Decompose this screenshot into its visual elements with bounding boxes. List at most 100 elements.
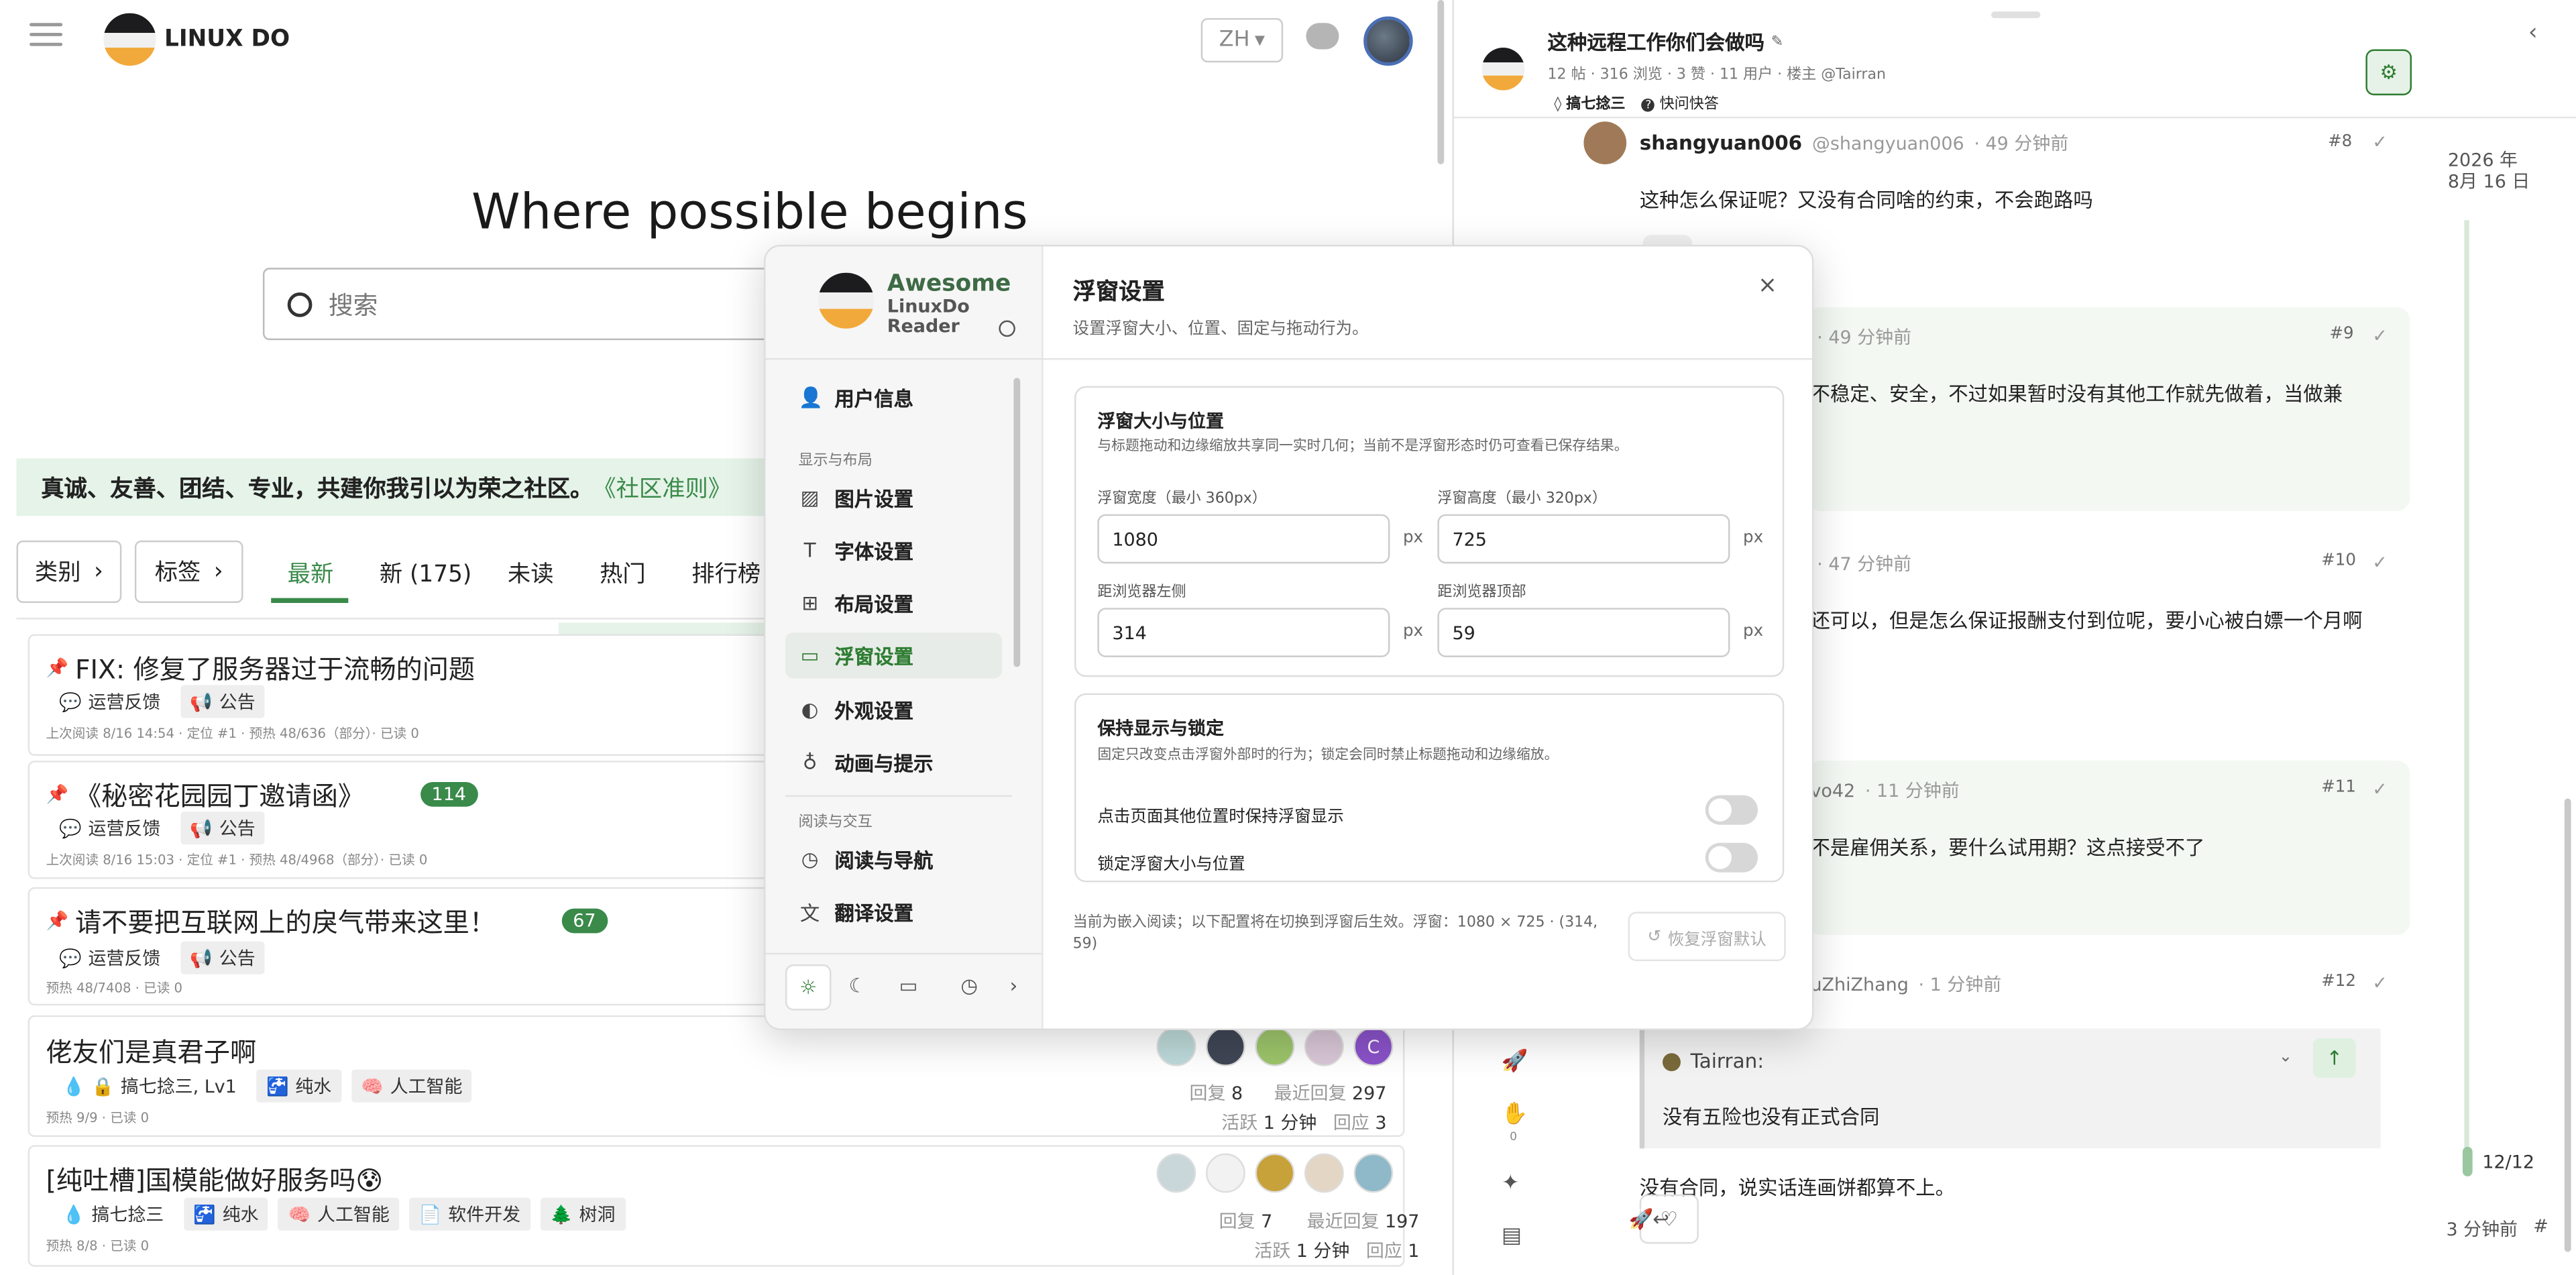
schedule-theme-icon[interactable]: ◷: [948, 964, 991, 1007]
tab-leaderboard[interactable]: 排行榜: [691, 557, 761, 590]
post-username[interactable]: vo42: [1810, 779, 1855, 801]
tag-chip[interactable]: 📢 公告: [180, 941, 266, 975]
post-username[interactable]: shangyuan006: [1640, 131, 1802, 154]
nav-layout-settings[interactable]: ⊞ 布局设置: [785, 580, 1002, 626]
avatar[interactable]: [1255, 1027, 1295, 1066]
timeline-hash[interactable]: #: [2533, 1216, 2549, 1237]
keep-visible-toggle[interactable]: [1705, 795, 1758, 825]
guidelines-link[interactable]: 《社区准则》: [593, 471, 731, 504]
chat-icon[interactable]: [1306, 23, 1339, 50]
tag-chip[interactable]: 📢 公告: [180, 685, 266, 718]
topic-title[interactable]: 《秘密花园园丁邀请函》: [75, 774, 364, 814]
left-input[interactable]: 314: [1097, 608, 1390, 657]
topic-row[interactable]: [纯吐槽]国模能做好服务吗😰 💧 搞七捻三 🚰 纯水 🧠 人工智能 📄 软件开发 🌲 树洞…: [27, 1145, 1419, 1267]
quote-username[interactable]: Tairran:: [1691, 1050, 1765, 1072]
tag-chip[interactable]: 🧠 人工智能: [351, 1069, 473, 1103]
timeline-handle[interactable]: [2462, 1146, 2473, 1176]
post-number[interactable]: #12: [2321, 973, 2356, 991]
timeline-track[interactable]: [2464, 220, 2469, 1154]
tag-chip[interactable]: 💧 搞七捻三: [52, 1198, 174, 1231]
nav-font-settings[interactable]: T 字体设置: [785, 527, 1002, 573]
hand-icon[interactable]: ✋: [1502, 1103, 1528, 1127]
nav-animation-settings[interactable]: ♁ 动画与提示: [785, 739, 1002, 785]
sparkle-icon[interactable]: ✦: [1502, 1172, 1520, 1197]
post-avatar[interactable]: [1583, 121, 1627, 164]
topic-tag[interactable]: ? 快问快答: [1641, 92, 1719, 113]
system-theme-icon[interactable]: ▭: [887, 964, 930, 1007]
avatar[interactable]: C: [1353, 1027, 1394, 1066]
rocket-icon[interactable]: 🚀: [1502, 1050, 1528, 1074]
avatar[interactable]: [1304, 1027, 1344, 1066]
post-number[interactable]: #9: [2330, 325, 2354, 343]
nav-translate-settings[interactable]: 文翻译设置: [785, 889, 1002, 935]
width-input[interactable]: 1080: [1097, 514, 1390, 564]
post-username[interactable]: uZhiZhang: [1810, 973, 1908, 995]
topic-category[interactable]: ◊ 搞七捻三: [1554, 92, 1625, 113]
post-number[interactable]: #11: [2321, 779, 2356, 797]
tab-latest[interactable]: 最新: [288, 557, 334, 590]
tag-chip[interactable]: 📢 公告: [180, 812, 266, 845]
topic-author-avatar[interactable]: [1481, 48, 1525, 91]
collapse-panel-icon[interactable]: ‹: [2528, 19, 2538, 46]
reset-button[interactable]: ↺ 恢复浮窗默认: [1628, 911, 1786, 962]
tag-chip[interactable]: 🌲 树洞: [540, 1197, 626, 1231]
avatar[interactable]: [1353, 1153, 1394, 1193]
tag-chip[interactable]: 🧠 人工智能: [278, 1197, 400, 1231]
avatar[interactable]: [1156, 1153, 1196, 1193]
avatar[interactable]: [1206, 1153, 1245, 1193]
tab-new[interactable]: 新 (175): [380, 557, 471, 590]
edit-icon[interactable]: ✎: [1771, 34, 1783, 50]
avatar[interactable]: [1206, 1027, 1245, 1066]
post-number[interactable]: #10: [2321, 552, 2356, 570]
search-bar[interactable]: 搜索: [262, 268, 776, 341]
drag-handle[interactable]: [1991, 11, 2041, 18]
topic-title[interactable]: FIX: 修复了服务器过于流畅的问题: [75, 647, 475, 687]
categories-dropdown[interactable]: 类别 ›: [16, 540, 122, 604]
nav-reading-settings[interactable]: ◷ 阅读与导航: [785, 836, 1002, 883]
nav-float-settings[interactable]: ▭ 浮窗设置: [785, 632, 1003, 679]
topic-title[interactable]: [纯吐槽]国模能做好服务吗😰: [46, 1158, 384, 1198]
close-icon[interactable]: ×: [1758, 273, 1777, 299]
tag-chip[interactable]: 🚰 纯水: [256, 1069, 341, 1103]
tag-chip[interactable]: 🚰 纯水: [183, 1197, 269, 1231]
topic-row[interactable]: 佬友们是真君子啊 💧 🔒 搞七捻三, Lv1 🚰 纯水 🧠 人工智能 预热 9/9 · …: [27, 1015, 1405, 1138]
tags-dropdown[interactable]: 标签 ›: [134, 540, 243, 604]
tag-chip[interactable]: 📄 软件开发: [409, 1197, 530, 1231]
height-input[interactable]: 725: [1437, 514, 1730, 564]
tag-chip[interactable]: 💬 运营反馈: [49, 812, 170, 844]
site-logo[interactable]: LINUX DO: [103, 13, 290, 66]
nav-image-settings[interactable]: ▨ 图片设置: [785, 475, 1002, 521]
tab-hot[interactable]: 热门: [600, 557, 646, 590]
settings-sliders-icon[interactable]: ⚙: [2365, 49, 2412, 96]
search-icon[interactable]: [999, 320, 1015, 337]
scrollbar[interactable]: [1013, 378, 1021, 667]
unread-badge[interactable]: 67: [561, 907, 608, 933]
nav-appearance-settings[interactable]: ◐ 外观设置: [785, 687, 1002, 733]
chevron-right-icon[interactable]: ›: [993, 964, 1035, 1007]
avatar[interactable]: [1156, 1027, 1196, 1066]
scrollbar[interactable]: [2564, 798, 2571, 1252]
top-input[interactable]: 59: [1437, 608, 1730, 657]
tab-unread[interactable]: 未读: [508, 557, 554, 590]
summary-icon[interactable]: ▤: [1502, 1224, 1522, 1249]
search-input[interactable]: 搜索: [329, 286, 378, 321]
light-theme-icon[interactable]: ☼: [785, 964, 832, 1011]
user-avatar[interactable]: [1363, 16, 1413, 66]
topic-title[interactable]: 佬友们是真君子啊: [46, 1030, 257, 1070]
menu-icon[interactable]: [30, 16, 63, 52]
avatar[interactable]: [1255, 1153, 1295, 1193]
lock-size-toggle[interactable]: [1705, 842, 1758, 873]
boost-icon[interactable]: 🚀: [1620, 1198, 1663, 1241]
tag-chip[interactable]: 💧 🔒 搞七捻三, Lv1: [52, 1070, 246, 1103]
topic-title[interactable]: 请不要把互联网上的戾气带来这里！: [75, 900, 496, 940]
tag-chip[interactable]: 💬 运营反馈: [49, 685, 170, 718]
nav-user-info[interactable]: 👤 用户信息: [785, 375, 1002, 421]
tag-chip[interactable]: 💬 运营反馈: [49, 942, 170, 975]
jump-to-quote-button[interactable]: ↑: [2313, 1038, 2356, 1078]
chevron-down-icon[interactable]: ⌄: [2279, 1048, 2293, 1066]
avatar[interactable]: [1304, 1153, 1344, 1193]
post-number[interactable]: #8: [2328, 133, 2352, 151]
language-selector[interactable]: ZH ▼: [1200, 17, 1284, 63]
dark-theme-icon[interactable]: ☾: [836, 964, 879, 1007]
unread-badge[interactable]: 114: [420, 781, 478, 806]
